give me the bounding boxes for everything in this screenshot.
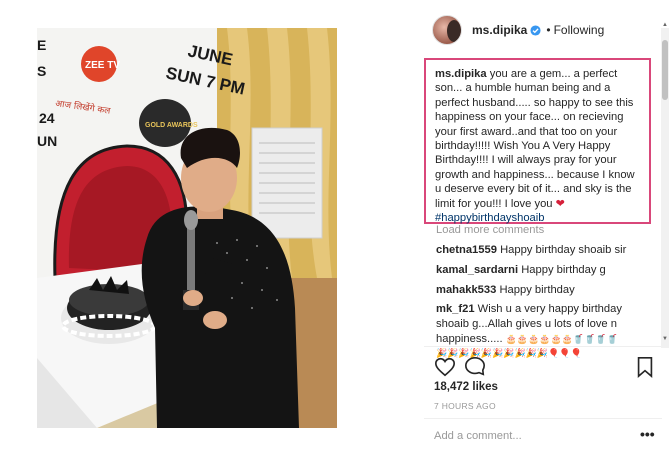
post-timestamp: 7 HOURS AGO <box>434 401 496 411</box>
comment-emoji-row: 🎂🎂🎂🎂🎂🎂🥤🥤🥤🥤 <box>505 333 618 344</box>
caption-text: ms.dipika you are a gem... a perfect son… <box>435 67 641 225</box>
comment-text: Happy birthday shoaib sir <box>500 244 627 256</box>
action-bar <box>434 356 658 380</box>
comment-bubble-icon[interactable] <box>464 356 486 378</box>
scroll-down-arrow-icon[interactable]: ▼ <box>661 336 669 342</box>
add-comment-input[interactable]: Add a comment... <box>434 430 522 442</box>
comment-item: mk_f21 Wish u a very happy birthday shoa… <box>436 302 656 359</box>
post-photo[interactable]: JUNE SUN 7 PM ZEE TV आज लिखेंगे कल E S G… <box>37 28 337 428</box>
caption-body: you are a gem... a perfect son... a humb… <box>435 68 635 210</box>
comment-text: Happy birthday <box>499 283 575 296</box>
post-username[interactable]: ms.dipika <box>472 23 527 37</box>
divider <box>424 346 662 347</box>
comment-username[interactable]: mk_f21 <box>436 303 475 315</box>
comments-scrollbar[interactable] <box>661 28 669 348</box>
awards-logo-text: GOLD AWARDS <box>145 122 198 129</box>
load-more-comments-link[interactable]: Load more comments <box>436 224 544 236</box>
comment-item: chetna1559 Happy birthday shoaib sir <box>436 243 656 258</box>
header-separator: • <box>546 23 551 37</box>
comment-username[interactable]: mahakk533 <box>436 284 496 296</box>
verified-badge-icon <box>530 24 541 36</box>
brand-logo-text: ZEE TV <box>85 60 120 71</box>
heart-emoji-icon: ❤ <box>555 197 565 210</box>
comment-username[interactable]: chetna1559 <box>436 244 497 256</box>
divider <box>424 418 662 419</box>
bookmark-save-icon[interactable] <box>634 356 656 378</box>
comment-item: mahakk533 Happy birthday <box>436 283 656 298</box>
side-un-text: UN <box>37 133 57 149</box>
more-options-icon[interactable]: ••• <box>640 426 655 442</box>
post-header: ms.dipika • Following <box>432 14 604 46</box>
like-heart-icon[interactable] <box>434 356 456 378</box>
svg-text:S: S <box>37 63 46 79</box>
post-details-panel: ms.dipika • Following ms.dipika you are … <box>424 0 670 454</box>
comment-item: kamal_sardarni Happy birthday g <box>436 263 656 278</box>
svg-text:E: E <box>37 37 46 53</box>
comment-username[interactable]: kamal_sardarni <box>436 264 518 276</box>
caption-highlight-box: ms.dipika you are a gem... a perfect son… <box>424 58 651 224</box>
comment-text: Happy birthday g <box>521 263 606 276</box>
avatar[interactable] <box>432 15 462 45</box>
following-button[interactable]: Following <box>554 23 605 37</box>
side-24-text: 24 <box>39 110 55 126</box>
caption-username[interactable]: ms.dipika <box>435 68 487 80</box>
post-image: JUNE SUN 7 PM ZEE TV आज लिखेंगे कल E S G… <box>37 28 337 428</box>
like-count[interactable]: 18,472 likes <box>434 381 498 393</box>
scrollbar-thumb[interactable] <box>662 40 668 100</box>
